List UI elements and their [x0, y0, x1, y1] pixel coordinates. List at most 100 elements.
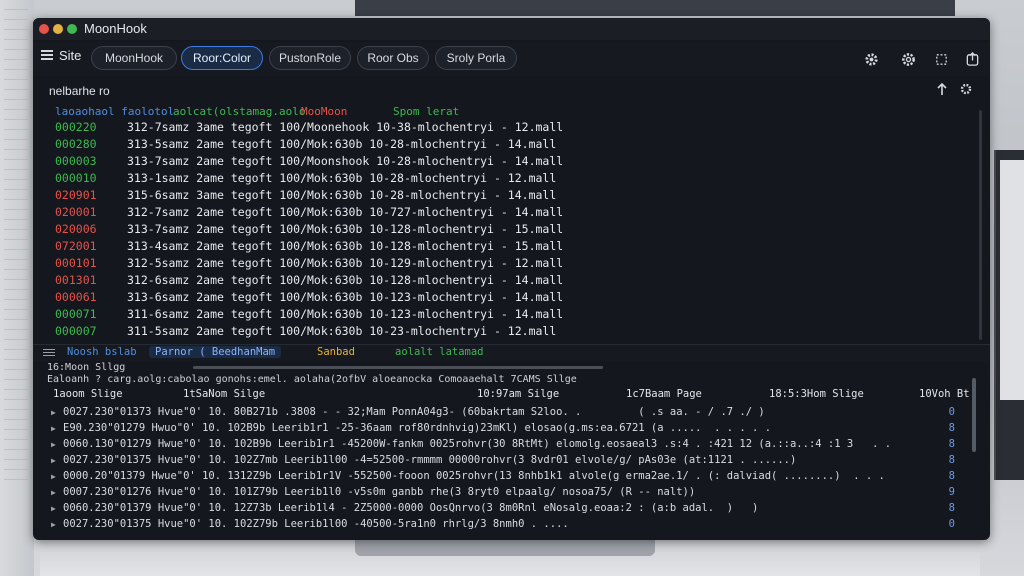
table-row[interactable]: ▶ 0027.230"01375 Hvue"0' 10. 102Z79b Leer… — [51, 516, 961, 532]
log-row-text: 311-5samz 2ame tegoft 100/Mok:630b 10-23… — [127, 324, 557, 338]
log-row-id: 000101 — [55, 256, 97, 270]
log-header-col: Spom lerat — [393, 105, 460, 118]
settings-icon[interactable] — [901, 52, 916, 67]
log-row[interactable]: 020001 312-7samz 2ame tegoft 100/Mok:630b… — [55, 204, 563, 221]
site-label: Site — [59, 48, 82, 63]
grid-column-header[interactable]: 1c7Baam Page — [626, 388, 702, 400]
expand-row-icon[interactable]: ▶ — [51, 469, 63, 485]
row-count: 8 — [948, 422, 955, 434]
panel-divider-tabs: Noosh bslab Parnor ( BeedhanMam Sanbad a… — [33, 344, 990, 361]
log-row-id: 020006 — [55, 222, 97, 236]
log-row[interactable]: 001301 312-6samz 2ame tegoft 100/Mok:630b… — [55, 272, 563, 289]
list-icon[interactable] — [43, 349, 55, 357]
grid-horizontal-scrollbar[interactable] — [193, 366, 603, 369]
log-row-text: 312-7samz 3ame tegoft 100/Moonehook 10-3… — [127, 120, 564, 134]
settings-small-icon[interactable] — [959, 82, 973, 96]
maximize-window-button[interactable] — [67, 24, 77, 34]
toolbar: Site MoonHook Roor:Color PustonRole Roor… — [33, 42, 990, 76]
expand-row-icon[interactable]: ▶ — [51, 453, 63, 469]
row-count: 8 — [948, 454, 955, 466]
log-row-id: 000071 — [55, 307, 97, 321]
log-row[interactable]: 000010 313-1samz 2ame tegoft 100/Mok:630b… — [55, 170, 563, 187]
menu-icon[interactable] — [41, 50, 53, 60]
row-count: 8 — [948, 502, 955, 514]
log-row[interactable]: 000061 313-6samz 2ame tegoft 100/Mok:630b… — [55, 289, 563, 306]
tab-aolalt[interactable]: aolalt latamad — [395, 346, 484, 358]
table-cell-text: 0000.20"01379 Hwue"0' 10. 1312Z9b Leerib… — [63, 470, 885, 482]
log-pane: laoaohaol faolotol aolcat(olstamag.aolo … — [55, 105, 975, 345]
log-row-text: 312-6samz 2ame tegoft 100/Mok:630b 10-12… — [127, 273, 564, 287]
grid-vertical-scrollbar[interactable] — [972, 378, 976, 452]
log-row-id: 000003 — [55, 154, 97, 168]
tab-noosh-bslab[interactable]: Noosh bslab — [67, 346, 137, 358]
grid-column-header[interactable]: 10:97am Silge — [477, 388, 559, 400]
log-header-col: aolcat(olstamag.aolo — [173, 105, 306, 118]
table-row[interactable]: ▶ 0027.230"01375 Hvue"0' 10. 102Z7mb Leer… — [51, 452, 961, 468]
table-row[interactable]: ▶ 0000.20"01379 Hwue"0' 10. 1312Z9b Leeri… — [51, 468, 961, 484]
row-count: 0 — [948, 406, 955, 418]
log-row-text: 315-6samz 3ame tegoft 100/Mok:630b 10-28… — [127, 188, 557, 202]
tab-sroly-porla[interactable]: Sroly Porla — [435, 46, 517, 70]
log-row[interactable]: 000003 313-7samz 2ame tegoft 100/Moonshoo… — [55, 153, 563, 170]
crop-icon[interactable] — [934, 52, 949, 67]
log-row-id: 000061 — [55, 290, 97, 304]
log-panel-title: nelbarhe ro — [49, 84, 110, 98]
log-row[interactable]: 000007 311-5samz 2ame tegoft 100/Mok:630b… — [55, 323, 563, 340]
tab-roor-obs[interactable]: Roor Obs — [357, 46, 429, 70]
tab-roor-color[interactable]: Roor:Color — [181, 46, 263, 70]
table-row[interactable]: ▶ 0007.230"01276 Hvue"0' 10. 101Z79b Leer… — [51, 484, 961, 500]
log-row-text: 313-7samz 2ame tegoft 100/Moonshook 10-2… — [127, 154, 564, 168]
title-bar: MoonHook — [33, 18, 990, 40]
log-row[interactable]: 020901 315-6samz 3ame tegoft 100/Mok:630b… — [55, 187, 563, 204]
log-row-id: 001301 — [55, 273, 97, 287]
log-row-id: 000007 — [55, 324, 97, 338]
table-row[interactable]: ▶ E90.230"01279 Hwuo"0' 10. 102B9b Leerib… — [51, 420, 961, 436]
expand-row-icon[interactable]: ▶ — [51, 517, 63, 533]
background-side-monitor — [994, 150, 1024, 480]
table-cell-text: 0060.230"01379 Hvue"0' 10. 12Z73b Leerib… — [63, 502, 759, 514]
background-monitor — [355, 0, 955, 16]
tab-sanbad[interactable]: Sanbad — [317, 346, 355, 358]
grid-rows: ▶ 0027.230"01373 Hvue"0' 10. 80B271b .380… — [51, 404, 961, 532]
log-row[interactable]: 020006 313-7samz 2ame tegoft 100/Mok:630b… — [55, 221, 563, 238]
table-cell-text: 0060.130"01279 Hwue"0' 10. 102B9b Leerib… — [63, 438, 892, 450]
tab-pustonrole[interactable]: PustonRole — [269, 46, 351, 70]
log-row-id: 020001 — [55, 205, 97, 219]
grid-title: 16:Moon Sllgg — [47, 362, 126, 373]
table-cell-text: 0027.230"01373 Hvue"0' 10. 80B271b .3808… — [63, 406, 765, 418]
log-row[interactable]: 000071 311-6samz 2ame tegoft 100/Mok:630b… — [55, 306, 563, 323]
log-row-text: 312-7samz 2ame tegoft 100/Mok:630b 10-72… — [127, 205, 564, 219]
grid-column-header[interactable]: 10Voh Bt — [919, 388, 970, 400]
minimize-window-button[interactable] — [53, 24, 63, 34]
tab-parnor[interactable]: Parnor ( BeedhanMam — [149, 346, 282, 358]
row-count: 0 — [948, 518, 955, 530]
app-window: MoonHook Site MoonHook Roor:Color Puston… — [33, 18, 990, 540]
close-window-button[interactable] — [39, 24, 49, 34]
log-row-text: 313-1samz 2ame tegoft 100/Mok:630b 10-28… — [127, 171, 557, 185]
log-scrollbar[interactable] — [979, 110, 982, 340]
expand-row-icon[interactable]: ▶ — [51, 501, 63, 517]
log-header-col: laoaohaol faolotol — [55, 105, 175, 118]
upload-icon[interactable] — [935, 82, 949, 96]
expand-row-icon[interactable]: ▶ — [51, 437, 63, 453]
grid-subheader: Ealoanh ? carg.aolg:cabolao gonohs:emel.… — [47, 374, 577, 385]
log-row[interactable]: 000280 313-5samz 2ame tegoft 100/Mok:630b… — [55, 136, 563, 153]
share-icon[interactable] — [965, 52, 980, 67]
log-header-col: MooMoon — [301, 105, 348, 118]
table-row[interactable]: ▶ 0027.230"01373 Hvue"0' 10. 80B271b .380… — [51, 404, 961, 420]
log-row-id: 000010 — [55, 171, 97, 185]
table-row[interactable]: ▶ 0060.130"01279 Hwue"0' 10. 102B9b Leeri… — [51, 436, 961, 452]
gear-icon[interactable] — [864, 52, 879, 67]
expand-row-icon[interactable]: ▶ — [51, 485, 63, 501]
log-row-id: 000280 — [55, 137, 97, 151]
log-row[interactable]: 000101 312-5samz 2ame tegoft 100/Mok:630b… — [55, 255, 563, 272]
log-row[interactable]: 000220 312-7samz 3ame tegoft 100/Moonehoo… — [55, 119, 563, 136]
grid-column-header[interactable]: 18:5:3Hom Slige — [769, 388, 864, 400]
expand-row-icon[interactable]: ▶ — [51, 421, 63, 437]
tab-moonhook[interactable]: MoonHook — [91, 46, 177, 70]
table-row[interactable]: ▶ 0060.230"01379 Hvue"0' 10. 12Z73b Leeri… — [51, 500, 961, 516]
grid-column-header[interactable]: 1aoom Slige — [53, 388, 123, 400]
grid-column-header[interactable]: 1tSaNom Silge — [183, 388, 265, 400]
log-row[interactable]: 072001 313-4samz 2ame tegoft 100/Mok:630b… — [55, 238, 563, 255]
expand-row-icon[interactable]: ▶ — [51, 405, 63, 421]
